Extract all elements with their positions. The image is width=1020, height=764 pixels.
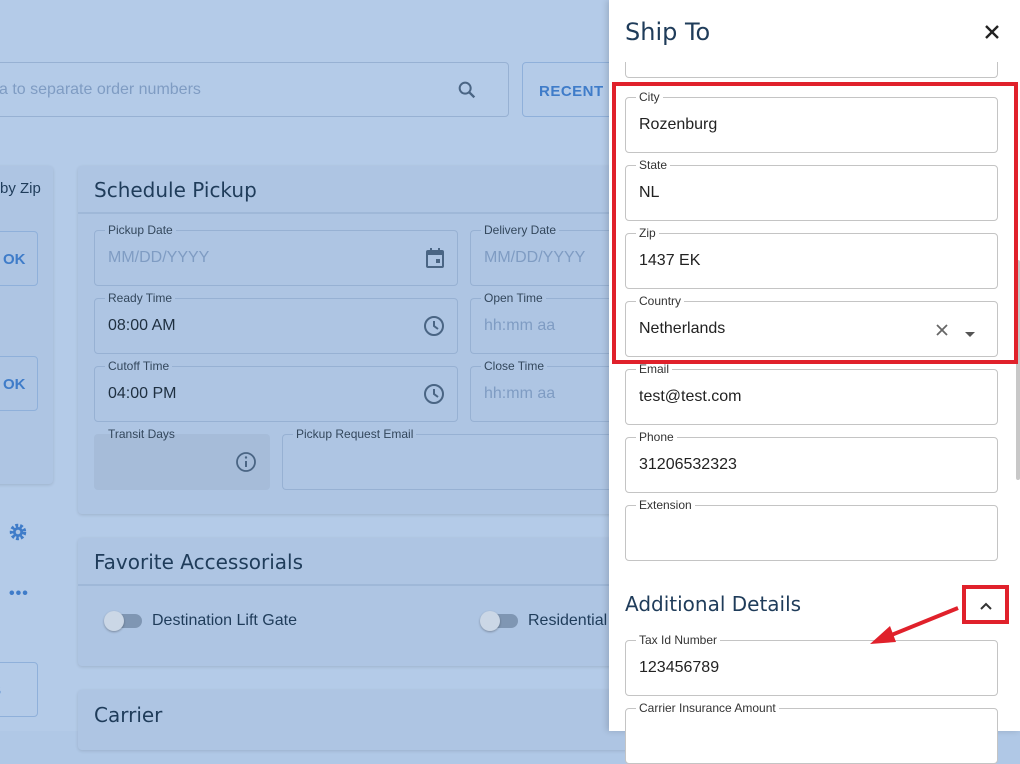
- tax-id-label: Tax Id Number: [636, 633, 721, 647]
- cutoff-time-field[interactable]: Cutoff Time 04:00 PM: [94, 359, 458, 422]
- search-icon[interactable]: [456, 79, 478, 106]
- info-icon[interactable]: [235, 451, 257, 478]
- by-zip-label: by Zip: [0, 180, 41, 197]
- destination-lift-gate-label: Destination Lift Gate: [152, 612, 297, 629]
- clock-icon[interactable]: [423, 383, 445, 410]
- previous-field-edge: [625, 62, 998, 78]
- extension-field[interactable]: Extension: [625, 498, 998, 561]
- delivery-date-label: Delivery Date: [481, 223, 560, 237]
- more-icon[interactable]: •••: [9, 585, 29, 603]
- open-time-placeholder: hh:mm aa: [484, 317, 556, 334]
- tax-id-field[interactable]: Tax Id Number 123456789: [625, 633, 998, 696]
- side-button-3[interactable]: S: [0, 662, 38, 717]
- residential-label: Residential: [528, 612, 608, 629]
- pickup-date-label: Pickup Date: [105, 223, 176, 237]
- pickup-date-placeholder: MM/DD/YYYY: [108, 249, 210, 266]
- cutoff-time-value: 04:00 PM: [108, 385, 177, 402]
- clock-icon[interactable]: [423, 315, 445, 342]
- open-time-field[interactable]: Open Time hh:mm aa: [470, 291, 630, 354]
- schedule-pickup-title: Schedule Pickup: [94, 178, 257, 202]
- annotation-highlight-box: [612, 82, 1018, 364]
- email-value: test@test.com: [639, 388, 742, 405]
- drawer-title: Ship To: [625, 18, 711, 46]
- delivery-date-placeholder: MM/DD/YYYY: [484, 249, 586, 266]
- phone-value: 31206532323: [639, 456, 737, 473]
- additional-details-title: Additional Details: [625, 592, 802, 616]
- cutoff-time-label: Cutoff Time: [105, 359, 173, 373]
- annotation-chevron-box: [962, 585, 1009, 624]
- email-label: Email: [636, 362, 673, 376]
- phone-label: Phone: [636, 430, 677, 444]
- calendar-icon[interactable]: [425, 247, 445, 274]
- pickup-request-email-label: Pickup Request Email: [293, 427, 417, 441]
- transit-days-field: Transit Days: [94, 427, 270, 490]
- tax-id-value: 123456789: [639, 659, 720, 676]
- phone-field[interactable]: Phone 31206532323: [625, 430, 998, 493]
- order-search-input[interactable]: a to separate order numbers: [0, 62, 509, 117]
- close-time-label: Close Time: [481, 359, 548, 373]
- favorite-accessorials-title: Favorite Accessorials: [94, 550, 303, 574]
- close-time-placeholder: hh:mm aa: [484, 385, 556, 402]
- destination-lift-gate-toggle[interactable]: [104, 611, 142, 631]
- residential-toggle[interactable]: [480, 611, 518, 631]
- ready-time-value: 08:00 AM: [108, 317, 176, 334]
- carrier-insurance-field[interactable]: Carrier Insurance Amount: [625, 701, 998, 764]
- transit-days-label: Transit Days: [108, 427, 175, 441]
- gear-icon[interactable]: [7, 521, 29, 548]
- ok-button-1[interactable]: OK: [0, 231, 38, 286]
- carrier-insurance-label: Carrier Insurance Amount: [636, 701, 779, 715]
- open-time-label: Open Time: [481, 291, 546, 305]
- carrier-title: Carrier: [94, 703, 163, 727]
- ok-button-2[interactable]: OK: [0, 356, 38, 411]
- delivery-date-field[interactable]: Delivery Date MM/DD/YYYY: [470, 223, 630, 286]
- pickup-date-field[interactable]: Pickup Date MM/DD/YYYY: [94, 223, 458, 286]
- pickup-request-email-field[interactable]: Pickup Request Email: [282, 427, 632, 490]
- annotation-arrow: [870, 606, 959, 644]
- search-placeholder: a to separate order numbers: [0, 81, 201, 98]
- extension-label: Extension: [636, 498, 695, 512]
- ready-time-field[interactable]: Ready Time 08:00 AM: [94, 291, 458, 354]
- left-card: [0, 166, 53, 484]
- close-time-field[interactable]: Close Time hh:mm aa: [470, 359, 630, 422]
- ready-time-label: Ready Time: [105, 291, 176, 305]
- close-icon[interactable]: [982, 22, 1002, 47]
- email-field[interactable]: Email test@test.com: [625, 362, 998, 425]
